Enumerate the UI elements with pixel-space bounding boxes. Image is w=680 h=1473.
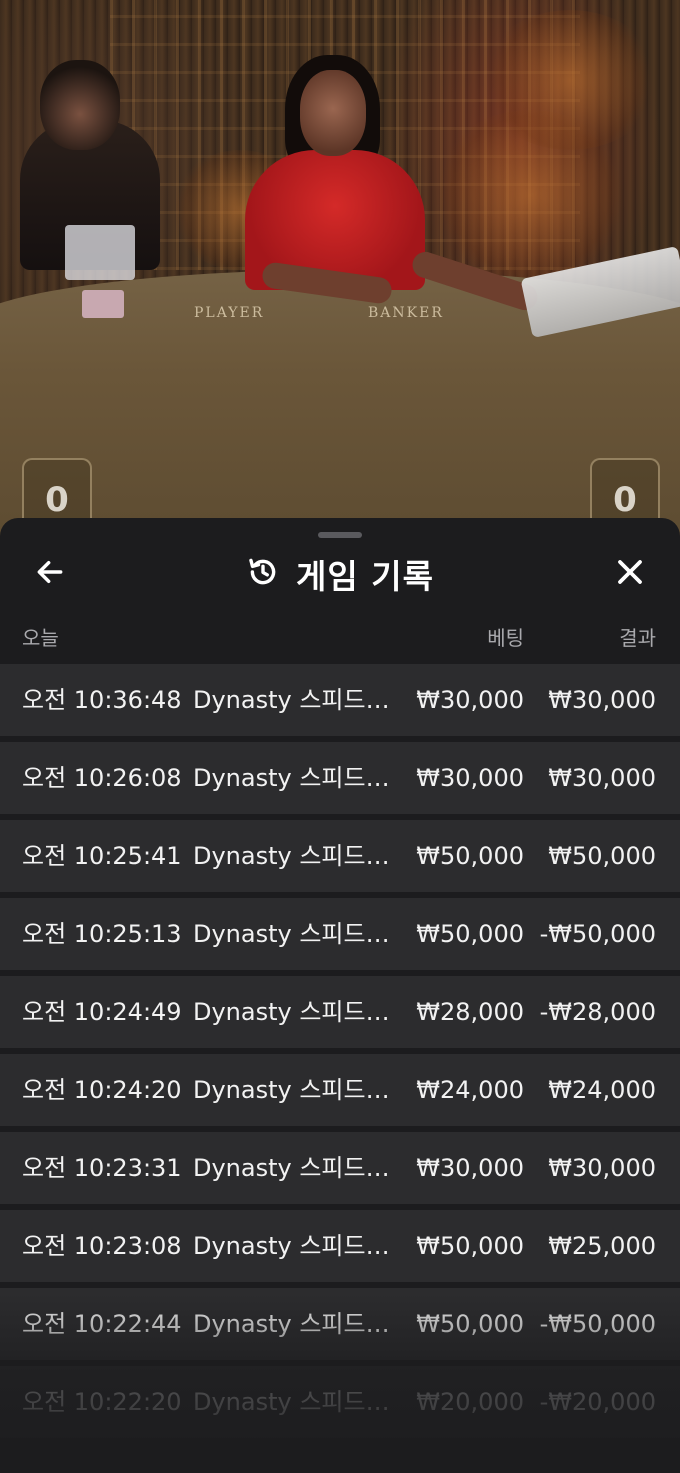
row-bet: ₩50,000: [416, 920, 524, 948]
history-row[interactable]: 오전 10:26:08 Dynasty 스피드 ... ₩30,000 ₩30,…: [0, 742, 680, 814]
row-bet: ₩50,000: [416, 1232, 524, 1260]
row-game: Dynasty 스피드 ...: [193, 686, 393, 714]
row-bet: ₩20,000: [416, 1388, 524, 1416]
date-header: 오늘: [22, 626, 59, 650]
row-bet: ₩30,000: [416, 1154, 524, 1182]
drag-handle[interactable]: [318, 532, 362, 538]
row-result: ₩25,000: [548, 1232, 656, 1260]
row-result: ₩30,000: [548, 764, 656, 792]
history-row[interactable]: 오전 10:22:20 Dynasty 스피드 ... ₩20,000 -₩20…: [0, 1366, 680, 1438]
sheet-header: 게임 기록: [0, 546, 680, 602]
row-bet: ₩28,000: [416, 998, 524, 1026]
row-game: Dynasty 스피드 ...: [193, 1076, 393, 1104]
background-dealer-head: [40, 60, 120, 150]
result-column-header: 결과: [619, 626, 656, 650]
row-bet: ₩50,000: [416, 842, 524, 870]
game-history-sheet: 게임 기록 오늘 베팅 결과 오전 10:36:48 Dynasty 스피드 .…: [0, 518, 680, 1473]
history-row[interactable]: 오전 10:23:31 Dynasty 스피드 ... ₩30,000 ₩30,…: [0, 1132, 680, 1204]
card-discard-box: [65, 225, 135, 280]
row-time: 오전 10:23:08: [22, 1232, 182, 1260]
close-icon: [614, 556, 646, 592]
row-time: 오전 10:24:49: [22, 998, 182, 1026]
row-time: 오전 10:23:31: [22, 1154, 182, 1182]
row-result: -₩50,000: [539, 920, 656, 948]
dealer-head: [300, 70, 366, 156]
row-result: ₩24,000: [548, 1076, 656, 1104]
title-group: 게임 기록: [0, 546, 680, 602]
row-time: 오전 10:26:08: [22, 764, 182, 792]
row-result: -₩50,000: [539, 1310, 656, 1338]
row-game: Dynasty 스피드 ...: [193, 1232, 393, 1260]
row-time: 오전 10:22:44: [22, 1310, 182, 1338]
row-result: -₩20,000: [539, 1388, 656, 1416]
row-time: 오전 10:24:20: [22, 1076, 182, 1104]
sheet-title: 게임 기록: [296, 557, 434, 596]
row-game: Dynasty 스피드 ...: [193, 998, 393, 1026]
row-bet: ₩30,000: [416, 686, 524, 714]
history-row[interactable]: 오전 10:24:20 Dynasty 스피드 ... ₩24,000 ₩24,…: [0, 1054, 680, 1126]
history-list: 오전 10:36:48 Dynasty 스피드 ... ₩30,000 ₩30,…: [0, 664, 680, 1444]
history-row[interactable]: 오전 10:25:41 Dynasty 스피드 ... ₩50,000 ₩50,…: [0, 820, 680, 892]
banker-label: BANKER: [368, 305, 444, 321]
history-row[interactable]: 오전 10:24:49 Dynasty 스피드 ... ₩28,000 -₩28…: [0, 976, 680, 1048]
history-row[interactable]: 오전 10:23:08 Dynasty 스피드 ... ₩50,000 ₩25,…: [0, 1210, 680, 1282]
player-label: PLAYER: [194, 305, 265, 321]
card-stack: [82, 290, 124, 318]
row-time: 오전 10:25:41: [22, 842, 182, 870]
row-time: 오전 10:36:48: [22, 686, 182, 714]
row-result: -₩28,000: [539, 998, 656, 1026]
row-game: Dynasty 스피드 ...: [193, 920, 393, 948]
row-game: Dynasty 스피드 ...: [193, 1388, 393, 1416]
row-result: ₩30,000: [548, 1154, 656, 1182]
row-result: ₩30,000: [548, 686, 656, 714]
row-bet: ₩24,000: [416, 1076, 524, 1104]
row-bet: ₩50,000: [416, 1310, 524, 1338]
column-headers: 오늘 베팅 결과: [0, 622, 680, 654]
row-time: 오전 10:25:13: [22, 920, 182, 948]
decor-plant: [480, 10, 660, 150]
history-row[interactable]: 오전 10:25:13 Dynasty 스피드 ... ₩50,000 -₩50…: [0, 898, 680, 970]
bet-column-header: 베팅: [487, 626, 524, 650]
row-game: Dynasty 스피드 ...: [193, 764, 393, 792]
history-icon: [246, 555, 280, 593]
row-game: Dynasty 스피드 ...: [193, 1154, 393, 1182]
row-result: ₩50,000: [548, 842, 656, 870]
row-game: Dynasty 스피드 ...: [193, 1310, 393, 1338]
back-button[interactable]: [22, 546, 78, 602]
history-row[interactable]: 오전 10:36:48 Dynasty 스피드 ... ₩30,000 ₩30,…: [0, 664, 680, 736]
live-dealer-video: PLAYER BANKER 0 0: [0, 0, 680, 540]
row-time: 오전 10:22:20: [22, 1388, 182, 1416]
row-bet: ₩30,000: [416, 764, 524, 792]
history-row[interactable]: 오전 10:22:44 Dynasty 스피드 ... ₩50,000 -₩50…: [0, 1288, 680, 1360]
arrow-left-icon: [34, 556, 66, 592]
row-game: Dynasty 스피드 ...: [193, 842, 393, 870]
close-button[interactable]: [602, 546, 658, 602]
